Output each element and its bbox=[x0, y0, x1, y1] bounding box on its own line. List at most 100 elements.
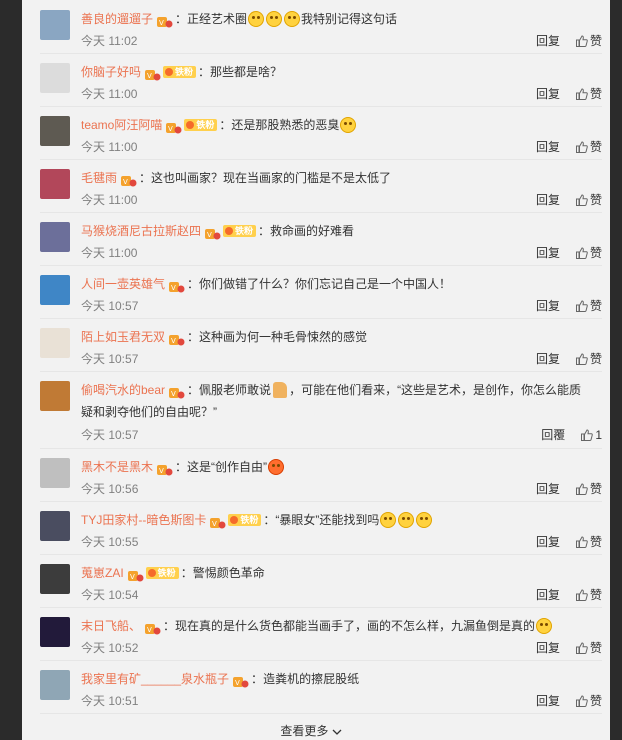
comment-item: 善良的遛遛子 V ：正经艺术圈 我特别记得这句话 今天 11:02 回复 赞 bbox=[40, 0, 602, 54]
scrollbar-track[interactable] bbox=[610, 0, 622, 740]
timestamp: 今天 11:00 bbox=[81, 140, 138, 154]
avatar[interactable] bbox=[40, 222, 70, 252]
like-button[interactable]: 赞 bbox=[575, 535, 602, 549]
comment-actions: 回复 赞 bbox=[536, 244, 602, 261]
reply-button[interactable]: 回复 bbox=[536, 694, 560, 708]
like-label: 赞 bbox=[589, 694, 602, 708]
timestamp: 今天 11:02 bbox=[81, 34, 138, 48]
like-button[interactable]: 赞 bbox=[575, 34, 602, 48]
reply-button[interactable]: 回复 bbox=[536, 352, 560, 366]
like-button[interactable]: 赞 bbox=[575, 482, 602, 496]
separator: ： bbox=[263, 513, 276, 527]
separator: ： bbox=[258, 224, 271, 238]
username-link[interactable]: 你脑子好吗 bbox=[81, 65, 141, 79]
vip-badge-icon: V bbox=[166, 119, 182, 134]
like-label: 1 bbox=[595, 428, 602, 442]
like-button[interactable]: 赞 bbox=[575, 193, 602, 207]
like-button[interactable]: 赞 bbox=[575, 87, 602, 101]
avatar[interactable] bbox=[40, 10, 70, 40]
thumb-up-icon bbox=[575, 536, 588, 548]
svg-text:V: V bbox=[171, 390, 176, 398]
separator: ： bbox=[198, 65, 211, 79]
like-label: 赞 bbox=[589, 535, 602, 549]
reply-button[interactable]: 回复 bbox=[536, 641, 560, 655]
comment-text-line: 蒐崽ZAI V 铁粉 ：警惕颜色革命 bbox=[81, 562, 592, 584]
fan-badge: 铁粉 bbox=[184, 118, 218, 131]
reply-button[interactable]: 回复 bbox=[536, 140, 560, 154]
comment-text-line: teamo阿汪阿喵 V 铁粉 ：还是那股熟悉的恶臭 bbox=[81, 114, 592, 136]
like-button[interactable]: 1 bbox=[581, 428, 602, 442]
timestamp: 今天 11:00 bbox=[81, 193, 138, 207]
reply-button[interactable]: 回复 bbox=[536, 246, 560, 260]
comment-text-line: 我家里有矿______泉水瓶子 V ：造粪机的擦屁股纸 bbox=[81, 668, 592, 690]
username-link[interactable]: TYJ田家村--暗色斯图卡 bbox=[81, 513, 206, 527]
like-button[interactable]: 赞 bbox=[575, 641, 602, 655]
reply-button[interactable]: 回复 bbox=[536, 87, 560, 101]
separator: ： bbox=[175, 460, 188, 474]
username-link[interactable]: teamo阿汪阿喵 bbox=[81, 118, 162, 132]
svg-text:V: V bbox=[159, 19, 164, 27]
reply-button[interactable]: 回复 bbox=[536, 193, 560, 207]
username-link[interactable]: 黑木不是黑木 bbox=[81, 460, 153, 474]
like-button[interactable]: 赞 bbox=[575, 140, 602, 154]
comment-actions: 回复 赞 bbox=[536, 692, 602, 709]
avatar[interactable] bbox=[40, 458, 70, 488]
like-button[interactable]: 赞 bbox=[575, 246, 602, 260]
reply-button[interactable]: 回复 bbox=[536, 588, 560, 602]
comment-text: 佩服老师敢说 bbox=[199, 383, 272, 397]
avatar[interactable] bbox=[40, 116, 70, 146]
fan-badge: 铁粉 bbox=[228, 513, 262, 526]
svg-text:V: V bbox=[168, 125, 173, 133]
avatar[interactable] bbox=[40, 275, 70, 305]
username-link[interactable]: 末日飞船、 bbox=[81, 619, 141, 633]
thumb-up-icon bbox=[575, 247, 588, 259]
username-link[interactable]: 毛毽雨 bbox=[81, 171, 117, 185]
username-link[interactable]: 人间一壶英雄气 bbox=[81, 277, 165, 291]
like-button[interactable]: 赞 bbox=[575, 694, 602, 708]
avatar[interactable] bbox=[40, 511, 70, 541]
fan-badge: 铁粉 bbox=[163, 65, 197, 78]
username-link[interactable]: 偷喝汽水的bear bbox=[81, 383, 165, 397]
timestamp: 今天 11:00 bbox=[81, 87, 138, 101]
svg-text:V: V bbox=[171, 284, 176, 292]
username-link[interactable]: 马猴烧酒尼古拉斯赵四 bbox=[81, 224, 201, 238]
thumb-up-icon bbox=[575, 483, 588, 495]
avatar[interactable] bbox=[40, 381, 70, 411]
separator: ： bbox=[187, 277, 200, 291]
comment-text-line: 末日飞船、 V ：现在真的是什么货色都能当画手了，画的不怎么样，九漏鱼倒是真的 bbox=[81, 615, 592, 637]
username-link[interactable]: 善良的遛遛子 bbox=[81, 12, 153, 26]
username-link[interactable]: 陌上如玉君无双 bbox=[81, 330, 165, 344]
view-more-button[interactable]: 查看更多 bbox=[0, 722, 622, 739]
like-button[interactable]: 赞 bbox=[575, 299, 602, 313]
comment-actions: 回复 赞 bbox=[536, 138, 602, 155]
reply-button[interactable]: 回复 bbox=[536, 34, 560, 48]
reply-button[interactable]: 回覆 bbox=[541, 428, 565, 442]
thumb-up-icon bbox=[575, 589, 588, 601]
svg-text:V: V bbox=[171, 337, 176, 345]
like-button[interactable]: 赞 bbox=[575, 352, 602, 366]
separator: ： bbox=[187, 330, 200, 344]
comment-text: 我特别记得这句话 bbox=[301, 12, 398, 26]
comment-item: 黑木不是黑木 V ：这是“创作自由” 今天 10:56 回复 赞 bbox=[40, 448, 602, 502]
avatar[interactable] bbox=[40, 564, 70, 594]
reply-button[interactable]: 回复 bbox=[536, 535, 560, 549]
reply-button[interactable]: 回复 bbox=[536, 299, 560, 313]
avatar[interactable] bbox=[40, 617, 70, 647]
comment-text: “暴眼女”还能找到吗 bbox=[275, 513, 380, 527]
avatar[interactable] bbox=[40, 169, 70, 199]
comment-text: 你们做错了什么？你们忘记自己是一个中国人！ bbox=[199, 277, 452, 291]
avatar[interactable] bbox=[40, 670, 70, 700]
reply-button[interactable]: 回复 bbox=[536, 482, 560, 496]
avatar[interactable] bbox=[40, 63, 70, 93]
avatar[interactable] bbox=[40, 328, 70, 358]
timestamp: 今天 10:56 bbox=[81, 482, 139, 496]
username-link[interactable]: 我家里有矿______泉水瓶子 bbox=[81, 672, 229, 686]
timestamp: 今天 10:57 bbox=[81, 352, 139, 366]
comment-actions: 回复 赞 bbox=[536, 85, 602, 102]
comment-actions: 回复 赞 bbox=[536, 32, 602, 49]
username-link[interactable]: 蒐崽ZAI bbox=[81, 566, 124, 580]
chevron-down-icon bbox=[332, 729, 342, 735]
comment-item: teamo阿汪阿喵 V 铁粉 ：还是那股熟悉的恶臭 今天 11:00 回复 赞 bbox=[40, 106, 602, 160]
like-button[interactable]: 赞 bbox=[575, 588, 602, 602]
vip-badge-icon: V bbox=[157, 461, 173, 476]
